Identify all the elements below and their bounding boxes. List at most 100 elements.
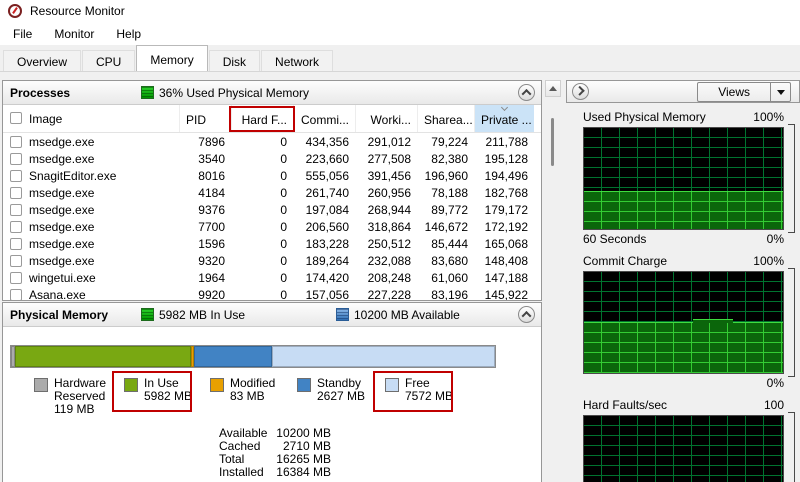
memory-stats: Available 10200 MB Cached 2710 MB Total 16265…	[219, 427, 331, 479]
process-name: msedge.exe	[29, 202, 95, 217]
legend-label: Free 7572 MB	[405, 376, 454, 403]
memory-bar-segment-free	[271, 346, 495, 367]
pid-cell: 9376	[198, 202, 225, 217]
menu-monitor[interactable]: Monitor	[43, 24, 105, 44]
private-cell: 179,172	[484, 202, 528, 217]
hard-faults-cell: 0	[280, 219, 287, 234]
memory-usage-icon	[141, 86, 154, 99]
column-image[interactable]: Image	[3, 105, 179, 132]
working-set-cell: 232,088	[367, 253, 411, 268]
tab-memory[interactable]: Memory	[136, 45, 208, 71]
column-pid[interactable]: PID	[179, 105, 231, 132]
tab-disk[interactable]: Disk	[208, 50, 261, 71]
shareable-cell: 196,960	[424, 168, 468, 183]
graph-x-axis-label: 60 Seconds	[583, 232, 647, 246]
tab-network[interactable]: Network	[261, 50, 334, 71]
scrollbar-up-button[interactable]	[545, 80, 561, 97]
commit-cell: 555,056	[305, 168, 349, 183]
hard-faults-cell: 0	[280, 236, 287, 251]
table-row[interactable]: msedge.exe 1596 0 183,228 250,512 85,444…	[3, 235, 541, 252]
table-row[interactable]: Asana.exe 9920 0 157,056 227,228 83,196 …	[3, 286, 541, 300]
row-checkbox[interactable]	[10, 186, 22, 199]
process-name: SnagitEditor.exe	[29, 168, 117, 183]
process-image-cell: msedge.exe	[3, 220, 179, 234]
tab-cpu[interactable]: CPU	[82, 50, 136, 71]
processes-collapse-button[interactable]	[518, 84, 535, 101]
process-table-body: msedge.exe 7896 0 434,356 291,012 79,224…	[3, 133, 541, 300]
graph-title: Hard Faults/sec	[583, 398, 668, 412]
process-image-cell: msedge.exe	[3, 203, 179, 217]
memory-bar-segment-in-use	[14, 346, 192, 367]
process-image-cell: msedge.exe	[3, 135, 179, 149]
views-dropdown-arrow[interactable]	[770, 83, 790, 101]
vertical-scrollbar[interactable]	[545, 80, 561, 482]
legend-label: Modified 83 MB	[230, 376, 276, 403]
row-checkbox[interactable]	[10, 203, 22, 216]
column-commit[interactable]: Commi...	[293, 105, 355, 132]
working-set-cell: 291,012	[367, 134, 411, 149]
table-row[interactable]: msedge.exe 4184 0 261,740 260,956 78,188…	[3, 184, 541, 201]
row-checkbox[interactable]	[10, 169, 22, 182]
graph-canvas	[583, 127, 784, 230]
sort-indicator-icon	[500, 105, 508, 112]
pid-cell: 1964	[198, 270, 225, 285]
views-button[interactable]: Views	[697, 82, 791, 102]
process-image-cell: msedge.exe	[3, 254, 179, 268]
table-row[interactable]: msedge.exe 9320 0 189,264 232,088 83,680…	[3, 252, 541, 269]
shareable-cell: 83,196	[431, 287, 468, 301]
commit-cell: 206,560	[305, 219, 349, 234]
row-checkbox[interactable]	[10, 237, 22, 250]
graph-min-label: 0%	[766, 232, 784, 246]
table-row[interactable]: SnagitEditor.exe 8016 0 555,056 391,456 …	[3, 167, 541, 184]
pid-cell: 1596	[198, 236, 225, 251]
table-row[interactable]: msedge.exe 3540 0 223,660 277,508 82,380…	[3, 150, 541, 167]
row-checkbox[interactable]	[10, 135, 22, 148]
row-checkbox[interactable]	[10, 152, 22, 165]
process-table-header: Image PID Hard F... Commi... Worki... Sh…	[3, 105, 541, 133]
graph-fill-area	[584, 190, 783, 229]
column-shareable[interactable]: Sharea...	[417, 105, 474, 132]
working-set-cell: 208,248	[367, 270, 411, 285]
in-use-swatch-icon	[141, 308, 154, 321]
process-name: Asana.exe	[29, 287, 86, 301]
menu-help[interactable]: Help	[105, 24, 152, 44]
tab-overview[interactable]: Overview	[3, 50, 82, 71]
pid-cell: 9320	[198, 253, 225, 268]
legend-label: Hardware Reserved 119 MB	[54, 376, 107, 416]
legend-item-modified: Modified 83 MB	[210, 377, 275, 403]
shareable-cell: 85,444	[431, 236, 468, 251]
expand-pane-button[interactable]	[572, 83, 589, 100]
shareable-cell: 89,772	[431, 202, 468, 217]
row-checkbox[interactable]	[10, 271, 22, 284]
legend-item-standby: Standby 2627 MB	[297, 377, 365, 403]
hard-faults-cell: 0	[280, 253, 287, 268]
table-row[interactable]: msedge.exe 7896 0 434,356 291,012 79,224…	[3, 133, 541, 150]
process-image-cell: SnagitEditor.exe	[3, 169, 179, 183]
legend-label: In Use 5982 MB	[144, 376, 193, 403]
row-checkbox[interactable]	[10, 220, 22, 233]
row-checkbox[interactable]	[10, 254, 22, 267]
memory-legend: Hardware Reserved 119 MB In Use 5982 MB Modif…	[3, 371, 541, 433]
physical-memory-collapse-button[interactable]	[518, 306, 535, 323]
row-checkbox[interactable]	[10, 288, 22, 300]
graphs-container: Used Physical Memory 100% 60 Seconds 0% …	[566, 103, 800, 482]
graph-fill-bump	[693, 318, 734, 323]
hard-faults-cell: 0	[280, 202, 287, 217]
select-all-checkbox[interactable]	[10, 112, 22, 124]
working-set-cell: 277,508	[367, 151, 411, 166]
hard-faults-cell: 0	[280, 151, 287, 166]
column-working-set[interactable]: Worki...	[355, 105, 417, 132]
legend-label: Standby 2627 MB	[317, 376, 366, 403]
menu-file[interactable]: File	[2, 24, 43, 44]
hard-faults-cell: 0	[280, 185, 287, 200]
scrollbar-thumb[interactable]	[551, 118, 554, 166]
table-row[interactable]: msedge.exe 7700 0 206,560 318,864 146,67…	[3, 218, 541, 235]
table-row[interactable]: wingetui.exe 1964 0 174,420 208,248 61,0…	[3, 269, 541, 286]
working-set-cell: 318,864	[367, 219, 411, 234]
menu-bar: File Monitor Help	[0, 22, 800, 45]
graph-commit-charge: Commit Charge 100% 0%	[566, 254, 800, 391]
column-hard-faults[interactable]: Hard F...	[231, 105, 293, 132]
table-row[interactable]: msedge.exe 9376 0 197,084 268,944 89,772…	[3, 201, 541, 218]
process-image-cell: msedge.exe	[3, 152, 179, 166]
column-private-sorted[interactable]: Private ...	[474, 105, 534, 132]
